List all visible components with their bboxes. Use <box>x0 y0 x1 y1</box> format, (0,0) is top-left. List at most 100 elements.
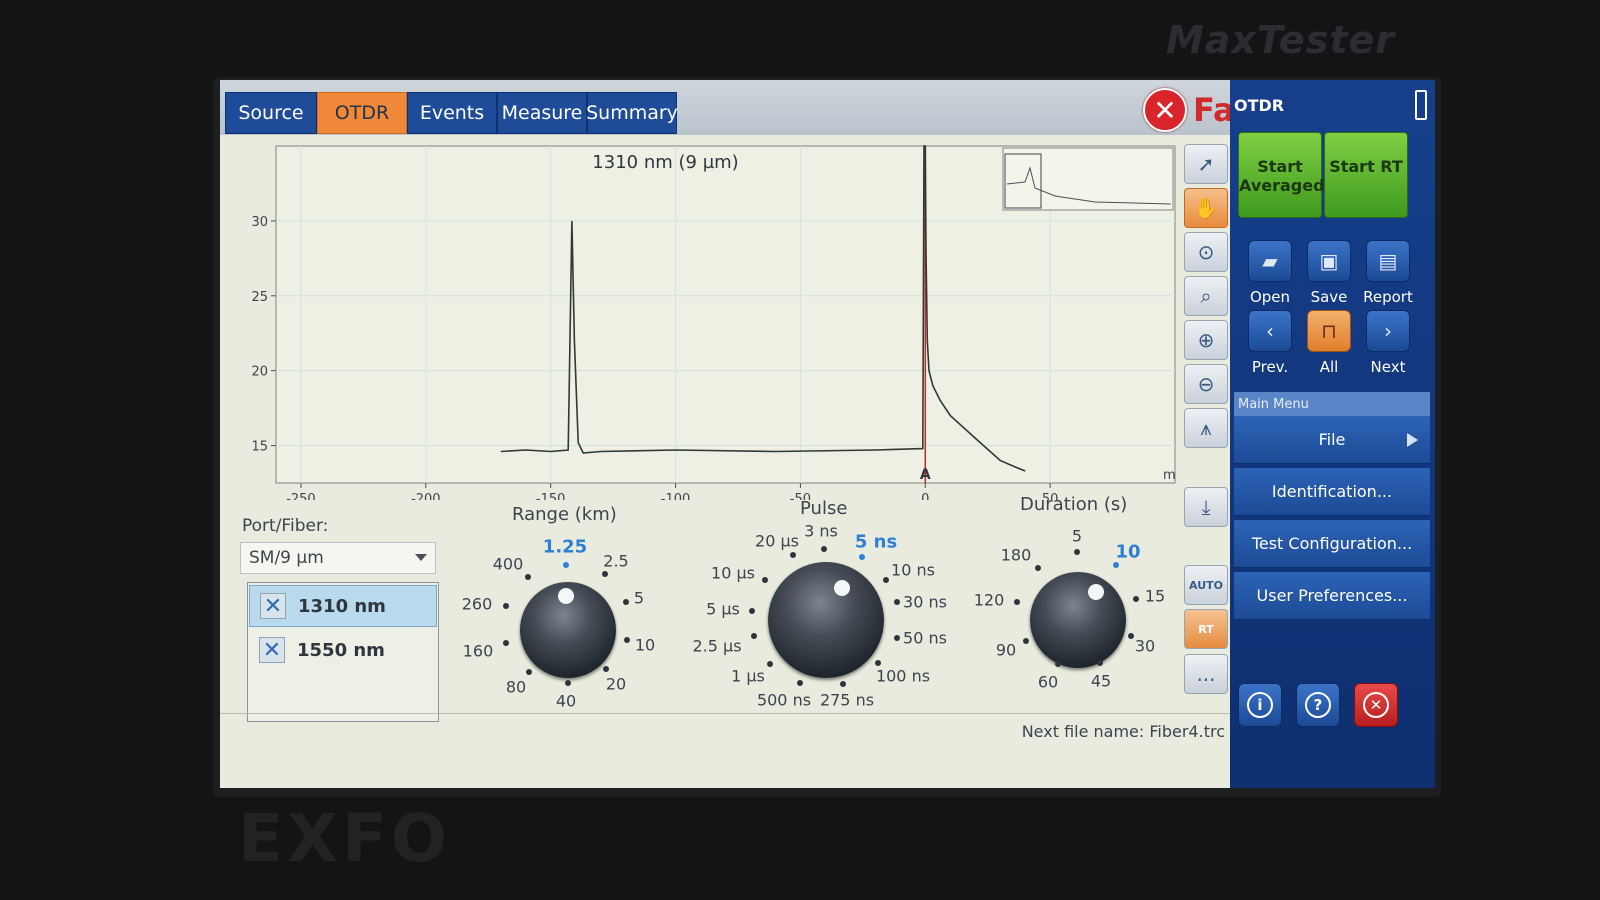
wavelength-list: ✕ 1310 nm ✕ 1550 nm <box>247 582 439 722</box>
help-icon: ? <box>1305 692 1331 718</box>
auto-settings-button[interactable]: AUTO <box>1184 565 1228 605</box>
duration-option-15[interactable]: 15 <box>1145 587 1165 606</box>
next-button[interactable]: › Next <box>1360 310 1416 376</box>
pulse-option-20us[interactable]: 20 µs <box>755 532 799 551</box>
y-tick-label: 30 <box>251 215 268 230</box>
side-panel-title: OTDR <box>1234 96 1285 115</box>
start-averaged-button[interactable]: Start Averaged <box>1238 132 1325 218</box>
zoom-area-icon[interactable]: ⊙ <box>1184 232 1228 272</box>
range-option-260[interactable]: 260 <box>462 595 493 614</box>
info-button[interactable]: i <box>1238 683 1282 727</box>
zoom-fit-icon[interactable]: ⌕ <box>1184 276 1228 316</box>
report-button[interactable]: ▤ Report <box>1360 240 1416 306</box>
tab-events[interactable]: Events <box>407 92 497 134</box>
pulse-option-5us[interactable]: 5 µs <box>706 600 740 619</box>
range-option-1.25[interactable]: 1.25 <box>543 537 587 558</box>
all-button[interactable]: ⊓ All <box>1301 310 1357 376</box>
menu-item-file[interactable]: File <box>1234 416 1430 464</box>
trace-graph[interactable]: -250 -200 -150 -100 -50 0 50m152025301310 nm (… <box>220 138 1180 500</box>
next-file-name: Next file name: Fiber4.trc <box>1021 722 1225 741</box>
duration-knob[interactable] <box>1030 572 1126 668</box>
next-label: Next <box>1370 358 1406 376</box>
pulse-option-275ns[interactable]: 275 ns <box>820 691 874 710</box>
pulse-option-1us[interactable]: 1 µs <box>731 667 765 686</box>
zoom-out-icon[interactable]: ⊖ <box>1184 364 1228 404</box>
duration-option-90[interactable]: 90 <box>996 641 1016 660</box>
range-knob-title: Range (km) <box>512 504 617 525</box>
save-label: Save <box>1310 288 1348 306</box>
prev-button[interactable]: ‹ Prev. <box>1242 310 1298 376</box>
checkbox-checked-icon[interactable]: ✕ <box>260 593 286 619</box>
range-option-400[interactable]: 400 <box>493 555 524 574</box>
start-rt-button[interactable]: Start RT <box>1324 132 1408 218</box>
pulse-option-30ns[interactable]: 30 ns <box>903 593 947 612</box>
menu-item-user-preferences[interactable]: User Preferences... <box>1234 572 1430 620</box>
pan-hand-tool-icon[interactable]: ✋ <box>1184 188 1228 228</box>
open-label: Open <box>1249 288 1291 306</box>
next-icon: › <box>1366 310 1410 352</box>
trace-all-icon: ⊓ <box>1307 310 1351 352</box>
folder-open-icon: ▰ <box>1248 240 1292 282</box>
close-icon: ✕ <box>1363 692 1389 718</box>
duration-option-120[interactable]: 120 <box>974 591 1005 610</box>
close-button[interactable]: ✕ <box>1354 683 1398 727</box>
pointer-tool-icon[interactable]: ➚ <box>1184 144 1228 184</box>
duration-option-30[interactable]: 30 <box>1135 637 1155 656</box>
pulse-option-10ns[interactable]: 10 ns <box>891 561 935 580</box>
pulse-option-100ns[interactable]: 100 ns <box>876 667 930 686</box>
menu-item-identification[interactable]: Identification... <box>1234 468 1430 516</box>
duration-option-45[interactable]: 45 <box>1091 672 1111 691</box>
checkbox-checked-icon[interactable]: ✕ <box>259 637 285 663</box>
menu-item-label: File <box>1318 430 1346 449</box>
x-tick-label: 0 <box>921 492 929 500</box>
port-fiber-select[interactable]: SM/9 µm <box>240 542 436 574</box>
pulse-knob[interactable] <box>768 562 884 678</box>
duration-knob-title: Duration (s) <box>1020 494 1128 515</box>
scroll-down-icon[interactable]: ⤓ <box>1184 487 1228 527</box>
range-option-80[interactable]: 80 <box>506 678 526 697</box>
realtime-button[interactable]: RT <box>1184 609 1228 649</box>
pulse-option-10us[interactable]: 10 µs <box>711 564 755 583</box>
open-button[interactable]: ▰ Open <box>1242 240 1298 306</box>
main-menu-header: Main Menu <box>1234 392 1430 416</box>
duration-option-180[interactable]: 180 <box>1001 546 1032 565</box>
range-option-20[interactable]: 20 <box>606 675 626 694</box>
full-view-icon[interactable]: ⩚ <box>1184 408 1228 448</box>
range-option-10[interactable]: 10 <box>635 636 655 655</box>
prev-label: Prev. <box>1251 358 1289 376</box>
graph-toolbar: ➚ ✋ ⊙ ⌕ ⊕ ⊖ ⩚ ⤓ AUTO RT ... <box>1182 142 1230 702</box>
zoom-in-icon[interactable]: ⊕ <box>1184 320 1228 360</box>
chevron-right-icon <box>1407 433 1418 447</box>
tab-measure[interactable]: Measure <box>497 92 587 134</box>
wavelength-item-1550[interactable]: ✕ 1550 nm <box>249 629 437 671</box>
help-button[interactable]: ? <box>1296 683 1340 727</box>
pulse-option-3ns[interactable]: 3 ns <box>804 522 838 541</box>
chart-title: 1310 nm (9 µm) <box>592 152 738 173</box>
duration-option-5[interactable]: 5 <box>1072 527 1082 546</box>
range-option-40[interactable]: 40 <box>556 692 576 711</box>
chevron-down-icon <box>415 554 427 561</box>
range-knob[interactable] <box>520 582 616 678</box>
knob-indicator <box>558 588 574 604</box>
otdr-trace-chart[interactable]: -250 -200 -150 -100 -50 0 50 m 15 20 25 30 1310 nm (… <box>220 138 1180 500</box>
save-button[interactable]: ▣ Save <box>1301 240 1357 306</box>
menu-item-test-configuration[interactable]: Test Configuration... <box>1234 520 1430 568</box>
duration-option-60[interactable]: 60 <box>1038 673 1058 692</box>
device-screen: Source OTDR Events Measure Summary ✕ Fai… <box>220 80 1435 788</box>
pulse-option-2.5us[interactable]: 2.5 µs <box>692 637 741 656</box>
wavelength-item-1310[interactable]: ✕ 1310 nm <box>249 585 437 627</box>
tab-summary[interactable]: Summary <box>586 92 678 134</box>
x-tick-label: -250 <box>286 492 316 500</box>
port-fiber-label: Port/Fiber: <box>242 516 329 536</box>
pulse-option-500ns[interactable]: 500 ns <box>757 691 811 710</box>
tab-source[interactable]: Source <box>225 92 317 134</box>
range-option-160[interactable]: 160 <box>463 642 494 661</box>
duration-option-10[interactable]: 10 <box>1115 542 1140 563</box>
status-bar: Next file name: Fiber4.trc <box>220 713 1255 744</box>
pulse-option-5ns[interactable]: 5 ns <box>855 532 897 553</box>
more-tools-button[interactable]: ... <box>1184 654 1228 694</box>
tab-otdr[interactable]: OTDR <box>317 92 407 134</box>
range-option-5[interactable]: 5 <box>634 589 644 608</box>
range-option-2.5[interactable]: 2.5 <box>603 552 628 571</box>
pulse-option-50ns[interactable]: 50 ns <box>903 629 947 648</box>
